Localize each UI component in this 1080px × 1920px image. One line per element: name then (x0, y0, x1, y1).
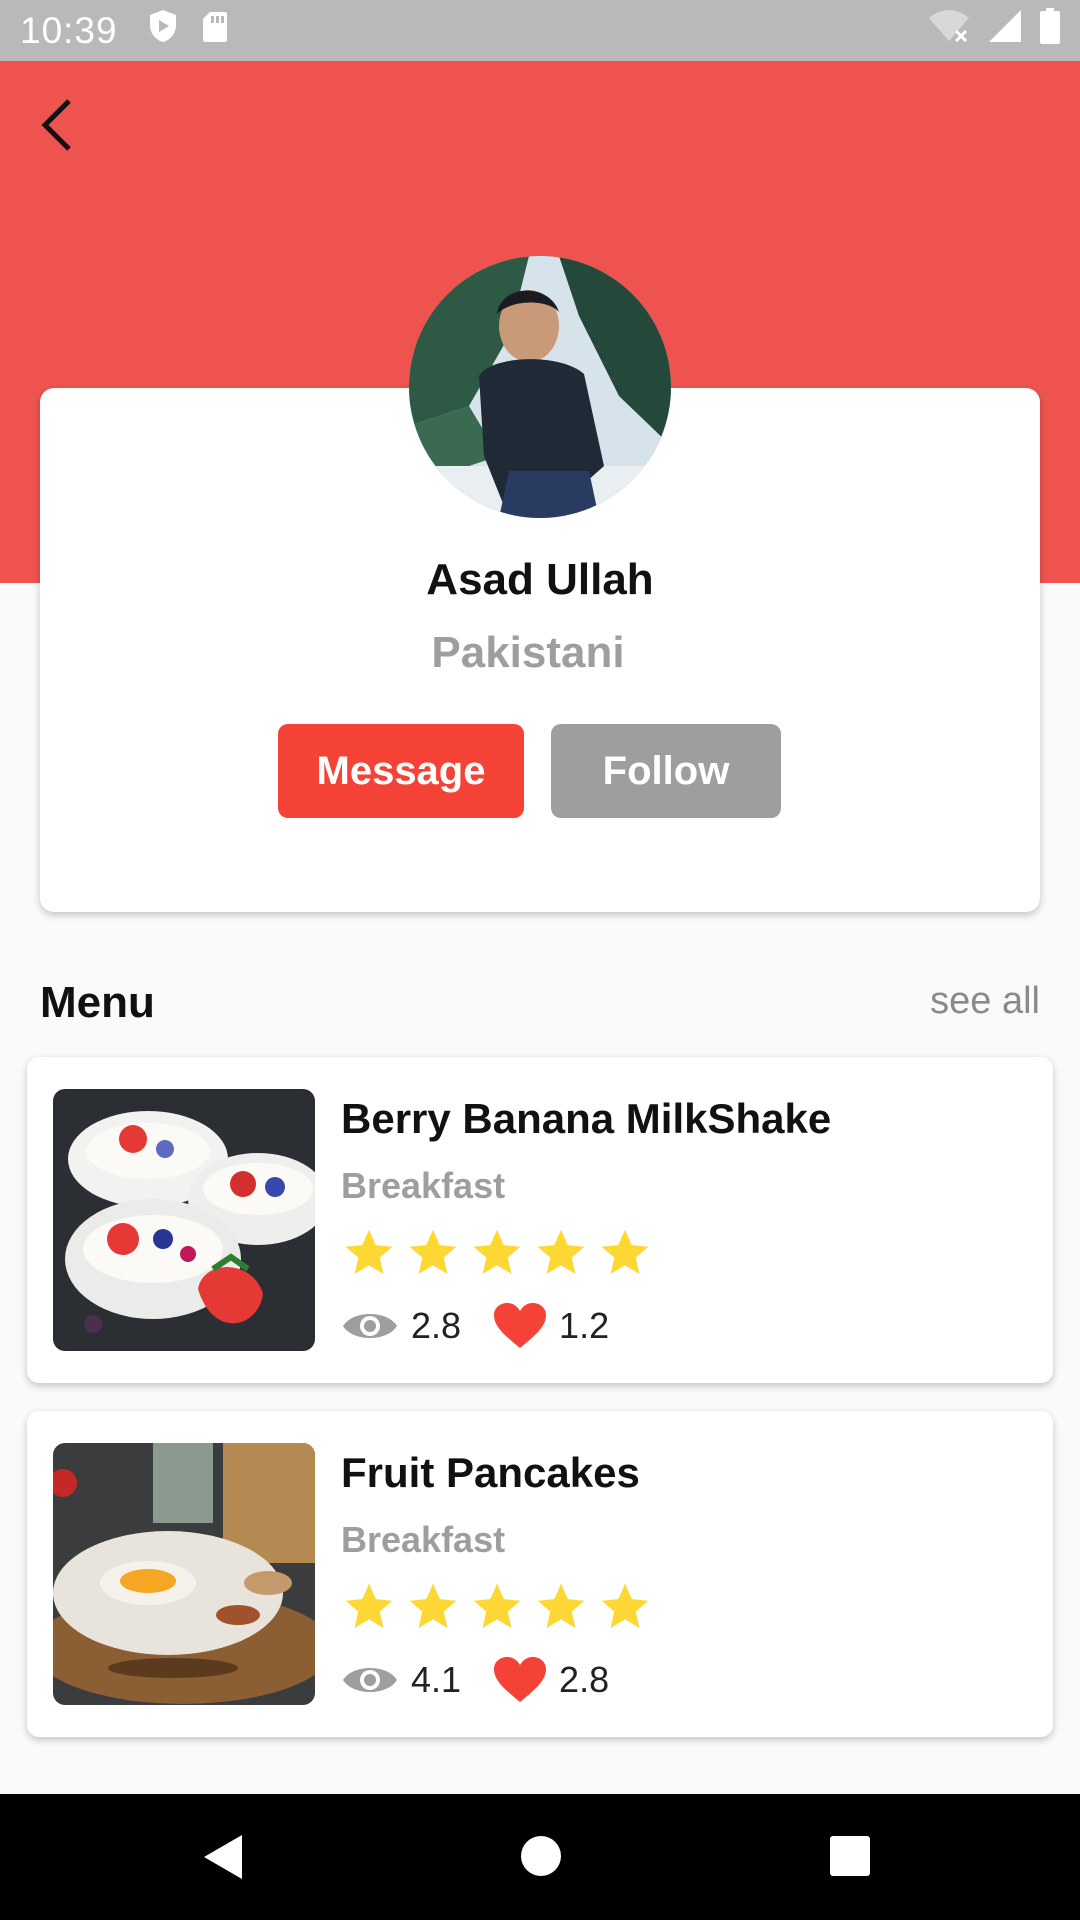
food-image (53, 1443, 315, 1705)
status-time: 10:39 (20, 9, 118, 51)
menu-item-card[interactable]: Berry Banana MilkShake Breakfast 2.8 1.2 (27, 1057, 1053, 1383)
heart-icon[interactable] (493, 1656, 547, 1704)
menu-item-title: Fruit Pancakes (341, 1449, 640, 1496)
star-icon (345, 1583, 393, 1628)
likes-count: 2.8 (559, 1659, 610, 1700)
signal-icon (988, 9, 1022, 52)
nav-back-button[interactable] (200, 1832, 246, 1882)
menu-item-stats: 2.8 1.2 (341, 1302, 609, 1350)
menu-item-card[interactable]: Fruit Pancakes Breakfast 4.1 2.8 (27, 1411, 1053, 1737)
recents-square-icon (830, 1836, 870, 1876)
sd-card-icon (202, 10, 228, 52)
rating-stars (341, 1225, 653, 1281)
views-count: 4.1 (411, 1659, 462, 1700)
star-icon (601, 1229, 649, 1274)
message-button[interactable]: Message (278, 724, 524, 818)
avatar[interactable] (409, 256, 671, 518)
menu-title: Menu (40, 978, 155, 1027)
home-circle-icon (521, 1836, 561, 1876)
star-icon (537, 1583, 585, 1628)
back-arrow-icon (41, 99, 71, 151)
see-all-link[interactable]: see all (930, 980, 1040, 1023)
back-triangle-icon (204, 1835, 242, 1879)
rating-stars (341, 1579, 653, 1635)
battery-icon (1040, 8, 1060, 53)
star-icon (345, 1229, 393, 1274)
views-count: 2.8 (411, 1305, 462, 1346)
nav-home-button[interactable] (519, 1834, 563, 1878)
wifi-off-icon (928, 9, 970, 52)
follow-button[interactable]: Follow (551, 724, 781, 818)
star-icon (537, 1229, 585, 1274)
menu-item-category: Breakfast (341, 1165, 506, 1206)
back-button[interactable] (22, 90, 92, 160)
eye-icon (341, 1660, 399, 1700)
likes-count: 1.2 (559, 1305, 610, 1346)
star-icon (473, 1583, 521, 1628)
eye-icon (341, 1306, 399, 1346)
menu-item-title: Berry Banana MilkShake (341, 1095, 832, 1142)
food-image (53, 1089, 315, 1351)
status-bar: 10:39 (0, 0, 1080, 61)
shield-icon (148, 9, 178, 52)
profile-name: Asad Ullah (426, 555, 654, 604)
star-icon (409, 1229, 457, 1274)
heart-icon[interactable] (493, 1302, 547, 1350)
nav-recents-button[interactable] (829, 1835, 871, 1877)
star-icon (473, 1229, 521, 1274)
star-icon (409, 1583, 457, 1628)
profile-country: Pakistani (431, 628, 625, 677)
menu-item-category: Breakfast (341, 1519, 506, 1560)
navigation-bar (0, 1794, 1080, 1920)
star-icon (601, 1583, 649, 1628)
menu-item-stats: 4.1 2.8 (341, 1656, 609, 1704)
